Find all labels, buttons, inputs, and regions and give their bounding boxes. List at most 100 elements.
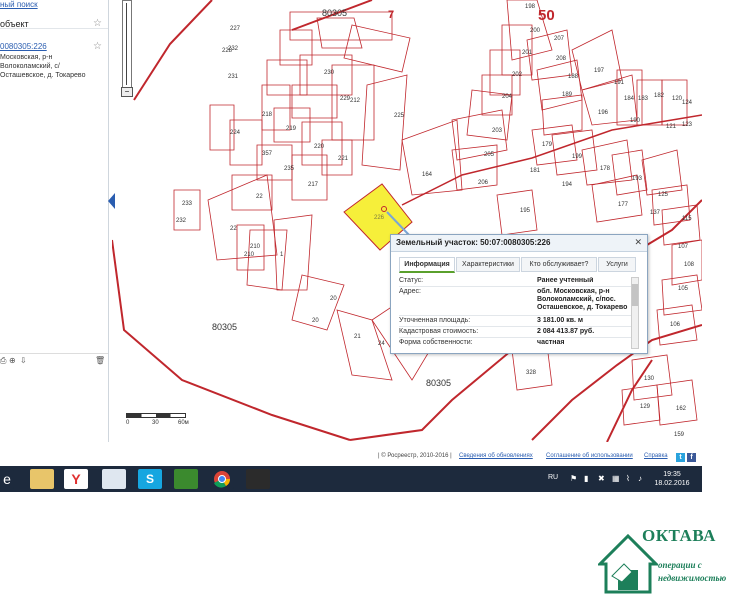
parcel-label: 193 (632, 176, 643, 182)
popup-header: Земельный участок: 50:07:0080305:226 ✕ (391, 235, 647, 252)
explorer-icon[interactable] (30, 469, 54, 489)
taskbar-clock[interactable]: 19:35 18.02.2016 (652, 470, 692, 488)
sidebar-footer: ⎙ ⊕ ⇩ 🗑 (0, 353, 108, 368)
parcel-label: 210 (250, 244, 261, 250)
tab-services[interactable]: Услуги (598, 257, 636, 272)
logo-brand: ОКТАВА (642, 526, 716, 545)
object-address: Московская, р-н Волоколамский, с/ Осташе… (0, 54, 86, 79)
parcel-label: 201 (522, 50, 533, 56)
tab-characteristics[interactable]: Характеристики (456, 257, 520, 272)
advanced-search-link[interactable]: ный поиск (0, 0, 38, 9)
parcel-label: 106 (670, 322, 681, 328)
close-icon[interactable]: ✕ (634, 237, 642, 248)
terms-link[interactable]: Соглашение об использовании (546, 453, 633, 459)
delete-icon[interactable]: 🗑 (95, 356, 105, 365)
info-value: 2 084 413.87 руб. (537, 328, 595, 335)
parcel-label: 188 (568, 74, 579, 80)
print-icon[interactable]: ⎙ (0, 356, 6, 366)
parcel-label: 129 (640, 404, 651, 410)
parcel-label: 210 (244, 252, 255, 258)
export-icon[interactable]: ⇩ (20, 356, 27, 365)
updates-link[interactable]: Сведения об обновлениях (459, 453, 533, 459)
favorite-star-icon[interactable]: ☆ (93, 18, 102, 29)
scrollbar-thumb[interactable] (632, 284, 638, 306)
parcel-label: 232 (176, 218, 187, 224)
map-scale: 0 30 60м (126, 413, 190, 427)
info-label: Кадастровая стоимость: (399, 328, 479, 335)
language-indicator[interactable]: RU (548, 474, 558, 481)
network-icon[interactable]: ▦ (612, 474, 620, 483)
yandex-icon[interactable]: Y (64, 469, 88, 489)
oktava-logo: ОКТАВА операции с недвижимостью (598, 526, 748, 596)
info-label: Адрес: (399, 288, 421, 295)
cadastral-map[interactable]: 227 228 232 231 230 229 212 218 219 220 225 224 357 2… (112, 0, 702, 442)
info-value: частная (537, 339, 565, 346)
info-value: 3 181.00 кв. м (537, 317, 584, 324)
parcel-label: 233 (182, 201, 193, 207)
tab-information[interactable]: Информация (399, 257, 455, 273)
start-edge-icon[interactable]: e (0, 469, 14, 489)
parcel-label: 181 (530, 168, 541, 174)
power-icon[interactable]: ▮ (584, 474, 588, 483)
antivirus-icon[interactable]: ✖ (598, 474, 605, 483)
volume-icon[interactable]: ♪ (638, 474, 642, 483)
parcel-label: 177 (618, 202, 629, 208)
windows-taskbar: e Y S RU ⚑ ▮ ✖ ▦ ⌇ ♪ 19:35 18.02.2016 (0, 466, 702, 492)
parcel-label: 178 (600, 166, 611, 172)
skype-icon[interactable]: S (138, 469, 162, 489)
row-divider (399, 337, 633, 338)
parcel-label: 202 (512, 72, 523, 78)
twitter-icon[interactable]: t (676, 453, 685, 462)
icq-icon[interactable] (174, 469, 198, 489)
parcel-label: 227 (230, 26, 241, 32)
parcel-label: 20 (312, 318, 319, 324)
popup-scrollbar[interactable] (631, 277, 639, 349)
zoom-slider[interactable]: − (121, 0, 133, 97)
info-label: Форма собственности: (399, 339, 473, 346)
parcel-label: 212 (350, 98, 361, 104)
help-link[interactable]: Справка (644, 453, 668, 459)
zone-label: 50 (538, 7, 555, 24)
wifi-icon[interactable]: ⌇ (626, 474, 630, 483)
parcel-label: 191 (614, 80, 625, 86)
parcel-label: 231 (228, 74, 239, 80)
row-divider (399, 315, 633, 316)
parcel-label: 108 (684, 262, 695, 268)
zoom-icon[interactable]: ⊕ (9, 356, 16, 365)
facebook-icon[interactable]: f (687, 453, 696, 462)
quarter-boundary-line (133, 0, 213, 101)
object-cadastral-link[interactable]: 0080305:226 (0, 42, 47, 51)
info-label: Статус: (399, 277, 424, 284)
parcel-label: 124 (682, 100, 693, 106)
parcel-label: 190 (630, 118, 641, 124)
map-canvas[interactable]: 227228232231230229 2122182192202252243572… (112, 0, 702, 442)
parcel-label: 328 (526, 370, 537, 376)
parcel-label: 162 (676, 406, 687, 412)
parcel-label: 189 (562, 92, 573, 98)
object-favorite-star-icon[interactable]: ☆ (93, 41, 102, 52)
parcel-label: 123 (682, 122, 693, 128)
parcel-label: 199 (572, 154, 583, 160)
tanks-icon[interactable] (246, 469, 270, 489)
parcel-label: 22 (230, 226, 237, 232)
notepad-icon[interactable] (102, 469, 126, 489)
parcel-label: 220 (314, 144, 325, 150)
parcel-label: 130 (644, 376, 655, 382)
quarter-label: 80305 (212, 322, 237, 332)
parcel-label: 235 (284, 166, 295, 172)
parcel-label: 179 (542, 142, 553, 148)
zoom-out-button[interactable]: − (121, 87, 133, 97)
flag-icon[interactable]: ⚑ (570, 474, 577, 483)
zoom-track[interactable] (126, 3, 127, 85)
parcel-label: 221 (338, 156, 349, 162)
parcel-label: 194 (562, 182, 573, 188)
chrome-icon[interactable] (210, 469, 234, 489)
parcel-label: 219 (286, 126, 297, 132)
scale-label-30: 30 (152, 420, 159, 426)
tab-who-serves[interactable]: Кто обслуживает? (521, 257, 597, 272)
sidebar-section-title: объект (0, 19, 29, 29)
popup-info-body: Статус: Ранее учтенный Адрес: обл. Моско… (399, 277, 633, 347)
parcel-label: 121 (666, 124, 677, 130)
parcel-label: 1 (280, 252, 284, 258)
parcel-label: 22 (256, 194, 263, 200)
